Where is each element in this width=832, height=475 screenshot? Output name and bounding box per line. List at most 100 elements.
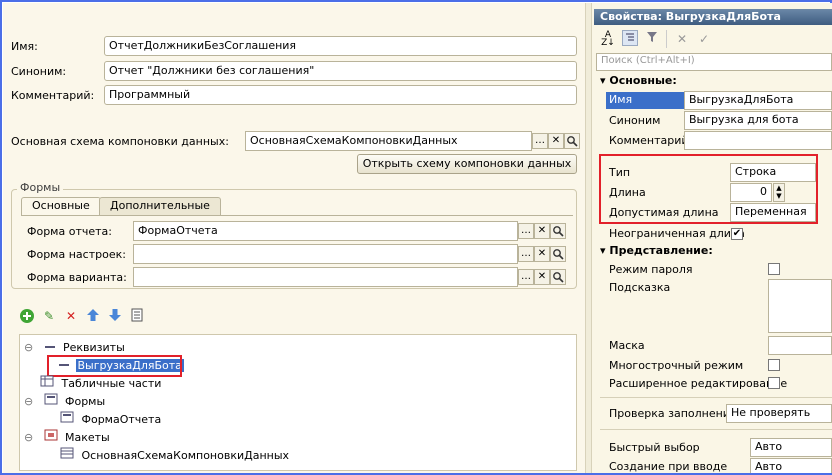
collapse-toggle-icon[interactable]: ⊖: [24, 429, 40, 447]
form-variant-input[interactable]: [133, 267, 518, 287]
prop-create-on-input-select[interactable]: Авто: [750, 458, 832, 473]
prop-allowed-length-input[interactable]: Переменная: [730, 203, 816, 222]
add-icon[interactable]: [19, 308, 35, 324]
section-divider: [600, 397, 832, 398]
form-report-clear-button[interactable]: ✕: [534, 223, 550, 239]
tree-row-label: ОсновнаяСхемаКомпоновкиДанных: [81, 449, 290, 462]
filter-icon[interactable]: [644, 31, 660, 47]
prop-create-on-input-label: Создание при вводе: [609, 460, 728, 473]
schema-input[interactable]: ОсновнаяСхемаКомпоновкиДанных: [245, 131, 532, 151]
prop-name-input[interactable]: ВыгрузкаДляБота: [684, 91, 832, 110]
toolbar-separator: [666, 30, 667, 48]
form-variant-choose-button[interactable]: …: [518, 269, 534, 285]
comment-input[interactable]: Программный: [104, 85, 577, 105]
prop-type-input[interactable]: Строка: [730, 163, 816, 182]
form-report-open-button[interactable]: [550, 223, 566, 239]
length-spin-icon[interactable]: ▲ ▼: [773, 183, 785, 202]
unlimited-length-checkbox[interactable]: ✔: [731, 228, 743, 240]
metadata-tree[interactable]: ⊖ Реквизиты ВыгрузкаДляБота Табличные ча…: [19, 334, 577, 471]
prop-length-input[interactable]: 0: [730, 183, 772, 202]
prop-hint-textarea[interactable]: [768, 279, 832, 333]
name-label: Имя:: [11, 40, 38, 53]
prop-password-mode-label: Режим пароля: [609, 263, 693, 276]
prop-comment-input[interactable]: [684, 131, 832, 150]
tree-row-label: Табличные части: [61, 377, 162, 390]
properties-search-input[interactable]: Поиск (Ctrl+Alt+I): [596, 53, 832, 71]
collapse-toggle-icon[interactable]: ⊖: [24, 393, 40, 411]
form-report-label: Форма отчета:: [27, 225, 112, 238]
prop-type-label: Тип: [609, 166, 631, 179]
tree-row-label: Реквизиты: [63, 341, 125, 354]
form-settings-label: Форма настроек:: [27, 248, 126, 261]
table-icon: [40, 375, 58, 393]
prop-fill-check-label: Проверка заполнения: [609, 407, 737, 420]
magnifier-icon: [553, 272, 564, 283]
section-main-label: Основные:: [609, 74, 677, 87]
clear-icon[interactable]: ✕: [674, 31, 690, 47]
form-settings-choose-button[interactable]: …: [518, 246, 534, 262]
tab-additional[interactable]: Дополнительные: [99, 197, 221, 215]
edit-icon[interactable]: ✎: [41, 308, 57, 324]
form-settings-clear-button[interactable]: ✕: [534, 246, 550, 262]
section-view-label: Представление:: [609, 244, 713, 257]
tree-row-forms[interactable]: ⊖ Формы: [24, 393, 105, 411]
comment-label: Комментарий:: [11, 89, 95, 102]
form-variant-clear-button[interactable]: ✕: [534, 269, 550, 285]
tree-row-label: Макеты: [65, 431, 110, 444]
prop-fill-check-select[interactable]: Не проверять: [726, 404, 832, 423]
password-mode-checkbox[interactable]: [768, 263, 780, 275]
magnifier-icon: [553, 249, 564, 260]
templates-icon: [44, 429, 62, 447]
highlight-box-attribute: [47, 355, 182, 377]
prop-length-label: Длина: [609, 186, 646, 199]
tree-row-label: ФормаОтчета: [81, 413, 162, 426]
form-report-choose-button[interactable]: …: [518, 223, 534, 239]
prop-hint-label: Подсказка: [609, 281, 671, 294]
delete-icon[interactable]: ✕: [63, 308, 79, 324]
name-input[interactable]: ОтчетДолжникиБезСоглашения: [104, 36, 577, 56]
prop-synonym-input[interactable]: Выгрузка для бота: [684, 111, 832, 130]
prop-mask-input[interactable]: [768, 336, 832, 355]
tab-main[interactable]: Основные: [21, 197, 101, 215]
sort-category-icon[interactable]: [622, 30, 638, 46]
extended-edit-checkbox[interactable]: [768, 377, 780, 389]
tree-row-tabular-sections[interactable]: Табличные части: [40, 375, 161, 393]
tree-row-templates[interactable]: ⊖ Макеты: [24, 429, 110, 447]
prop-unlimited-length-label: Неограниченная длина: [609, 227, 745, 240]
prop-name-label: Имя: [606, 92, 684, 109]
properties-panel: Свойства: ВыгрузкаДляБота A Z↓ ✕ ✓ Поиск …: [592, 3, 832, 473]
synonym-input[interactable]: Отчет "Должники без соглашения": [104, 61, 577, 81]
tree-row-main-schema[interactable]: ОсновнаяСхемаКомпоновкиДанных: [60, 447, 289, 465]
list-icon[interactable]: [129, 308, 145, 324]
section-main[interactable]: ▾ Основные:: [600, 74, 677, 87]
tree-row-label: Формы: [65, 395, 106, 408]
check-icon[interactable]: ✓: [696, 31, 712, 47]
synonym-label: Синоним:: [11, 65, 67, 78]
section-view[interactable]: ▾ Представление:: [600, 244, 713, 257]
section-divider: [600, 429, 832, 430]
prop-quick-choice-label: Быстрый выбор: [609, 441, 700, 454]
prop-quick-choice-select[interactable]: Авто: [750, 438, 832, 457]
panel-splitter[interactable]: [585, 3, 592, 473]
multiline-checkbox[interactable]: [768, 359, 780, 371]
template-icon: [60, 447, 78, 465]
collapse-toggle-icon[interactable]: ⊖: [24, 339, 40, 357]
form-settings-open-button[interactable]: [550, 246, 566, 262]
schema-choose-button[interactable]: …: [532, 133, 548, 149]
forms-icon: [44, 393, 62, 411]
move-up-icon[interactable]: [85, 308, 101, 324]
sort-alpha-icon[interactable]: A Z↓: [600, 31, 616, 48]
schema-label: Основная схема компоновки данных:: [11, 135, 229, 148]
tab-strip-line: [21, 215, 573, 216]
open-schema-button[interactable]: Открыть схему компоновки данных: [357, 154, 577, 174]
prop-comment-label: Комментарий: [609, 134, 689, 147]
prop-mask-label: Маска: [609, 339, 645, 352]
move-down-icon[interactable]: [107, 308, 123, 324]
schema-open-button[interactable]: [564, 133, 580, 149]
form-settings-input[interactable]: [133, 244, 518, 264]
tree-row-report-form[interactable]: ФормаОтчета: [60, 411, 161, 429]
object-editor-panel: Имя: ОтчетДолжникиБезСоглашения Синоним:…: [3, 3, 585, 473]
form-variant-open-button[interactable]: [550, 269, 566, 285]
form-report-input[interactable]: ФормаОтчета: [133, 221, 518, 241]
schema-clear-button[interactable]: ✕: [548, 133, 564, 149]
